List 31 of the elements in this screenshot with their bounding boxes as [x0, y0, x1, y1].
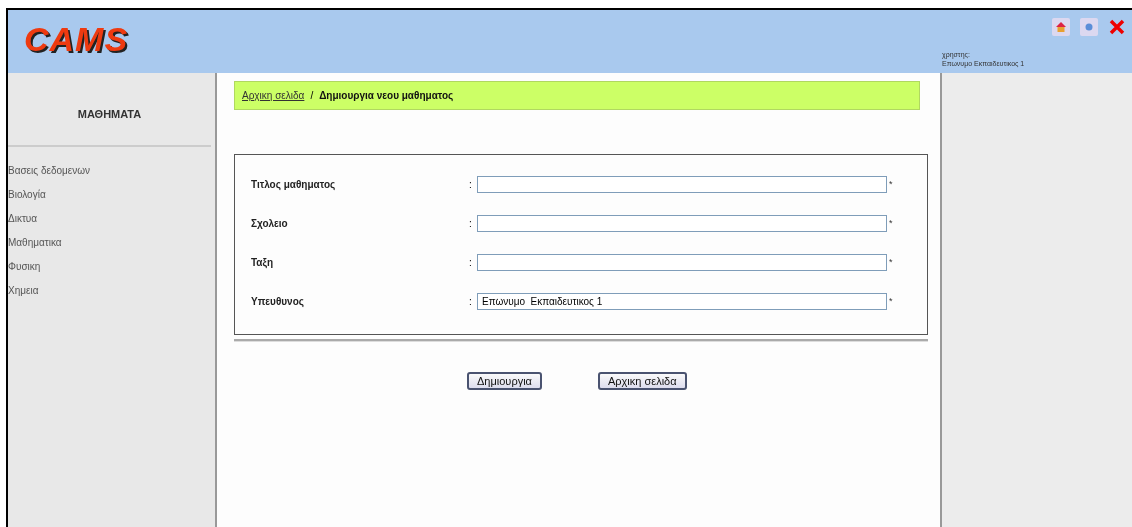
required-mark: * — [889, 179, 893, 189]
sidebar-item[interactable]: Δικτυα — [8, 209, 215, 233]
colon: : — [469, 178, 473, 190]
home-link[interactable]: Αρχικη σελιδα — [242, 90, 305, 101]
home-button[interactable]: Αρχικη σελιδα — [597, 372, 687, 390]
input-field[interactable] — [477, 214, 887, 232]
page-title: Δημιουργια νεου μαθηματος — [319, 90, 454, 101]
breadcrumb-separator: / — [310, 90, 314, 101]
sidebar-item[interactable]: Μαθηματικα — [8, 233, 215, 257]
input-field[interactable] — [477, 253, 887, 271]
sidebar-title: ΜΑΘΗΜΑΤΑ — [77, 107, 142, 120]
field-label: Ταξη — [251, 256, 275, 268]
sidebar-item[interactable]: Βιολογία — [8, 185, 215, 209]
colon: : — [469, 217, 473, 229]
close-icon[interactable] — [1108, 18, 1126, 36]
sidebar-item[interactable]: Φυσικη — [8, 257, 215, 281]
field-label: Σχολειο — [251, 217, 289, 229]
sidebar-item[interactable]: Χημεια — [8, 281, 215, 305]
sidebar-item[interactable]: Βασεις δεδομενων — [8, 161, 215, 185]
input-field[interactable]: Επωνυμο Εκπαιδευτικος 1 — [477, 292, 887, 310]
field-label: Υπευθυνος — [251, 295, 305, 307]
create-button[interactable]: Δημιουργια — [467, 372, 542, 390]
required-mark: * — [889, 218, 893, 228]
colon: : — [469, 295, 473, 307]
required-mark: * — [889, 296, 893, 306]
required-mark: * — [889, 257, 893, 267]
cams-logo: CAMS — [24, 20, 129, 60]
home-icon[interactable] — [1052, 18, 1070, 36]
field-label: Τιτλος μαθηματος — [251, 178, 337, 190]
input-field[interactable] — [477, 175, 887, 193]
colon: : — [469, 256, 473, 268]
